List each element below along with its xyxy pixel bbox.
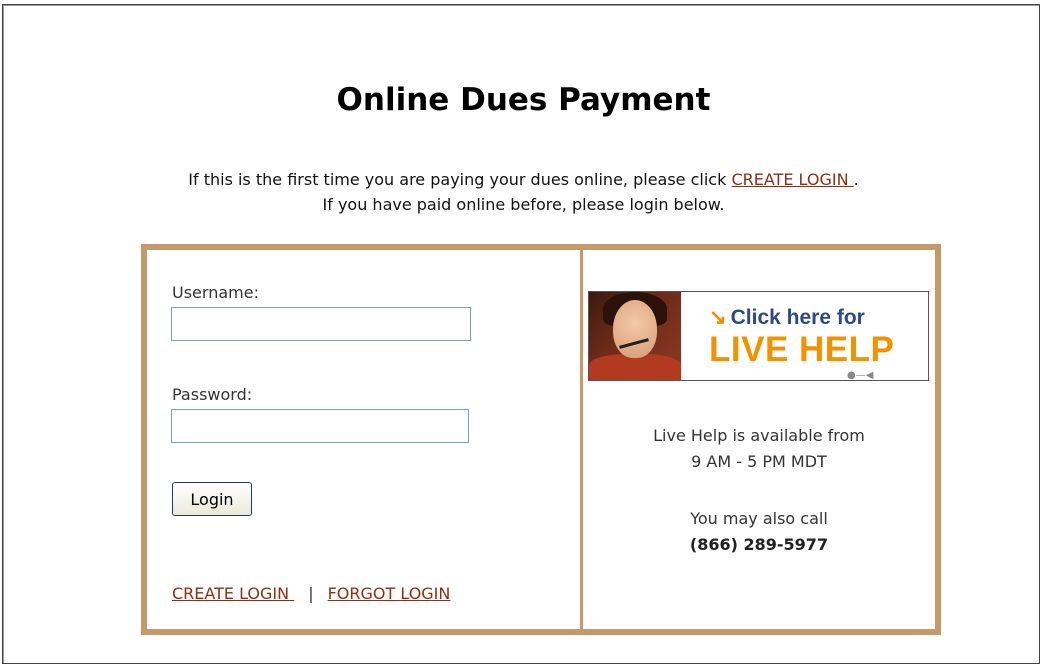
page-title: Online Dues Payment [336, 82, 711, 118]
availability-line-1: Live Help is available from [653, 426, 865, 445]
call-info: You may also call (866) 289-5977 [583, 506, 935, 558]
login-button[interactable]: Login [172, 482, 252, 516]
intro-line-1: If this is the first time you are paying… [0, 167, 1047, 192]
link-separator: | [308, 584, 314, 603]
username-label: Username: [172, 283, 259, 302]
banner-decoration: ●—◀ [847, 370, 874, 381]
intro-text: If this is the first time you are paying… [0, 167, 1047, 217]
phone-number: (866) 289-5977 [689, 535, 829, 554]
account-links: CREATE LOGIN | FORGOT LOGIN [172, 584, 450, 603]
password-label: Password: [172, 385, 253, 404]
banner-line-2: LIVE HELP [709, 330, 895, 369]
intro-line-1-period: . [853, 170, 859, 189]
intro-line-2: If you have paid online before, please l… [322, 195, 725, 214]
live-help-hours: Live Help is available from 9 AM - 5 PM … [583, 423, 935, 475]
live-help-banner[interactable]: ↘ Click here for LIVE HELP ●—◀ [588, 291, 929, 381]
intro-create-login-link[interactable]: CREATE LOGIN [731, 170, 853, 189]
arrow-down-right-icon: ↘ [709, 306, 727, 329]
call-text: You may also call [690, 509, 828, 528]
forgot-login-link[interactable]: FORGOT LOGIN [328, 584, 451, 603]
availability-line-2: 9 AM - 5 PM MDT [691, 452, 827, 471]
password-input[interactable] [171, 409, 469, 443]
username-input[interactable] [171, 307, 471, 341]
banner-line-1: ↘ Click here for [709, 305, 865, 330]
login-panel: Username: Password: Login CREATE LOGIN |… [141, 244, 941, 635]
intro-line-1-text: If this is the first time you are paying… [188, 170, 732, 189]
create-login-link[interactable]: CREATE LOGIN [172, 584, 294, 603]
banner-line-1-text: Click here for [730, 306, 865, 329]
support-agent-photo [589, 292, 681, 380]
